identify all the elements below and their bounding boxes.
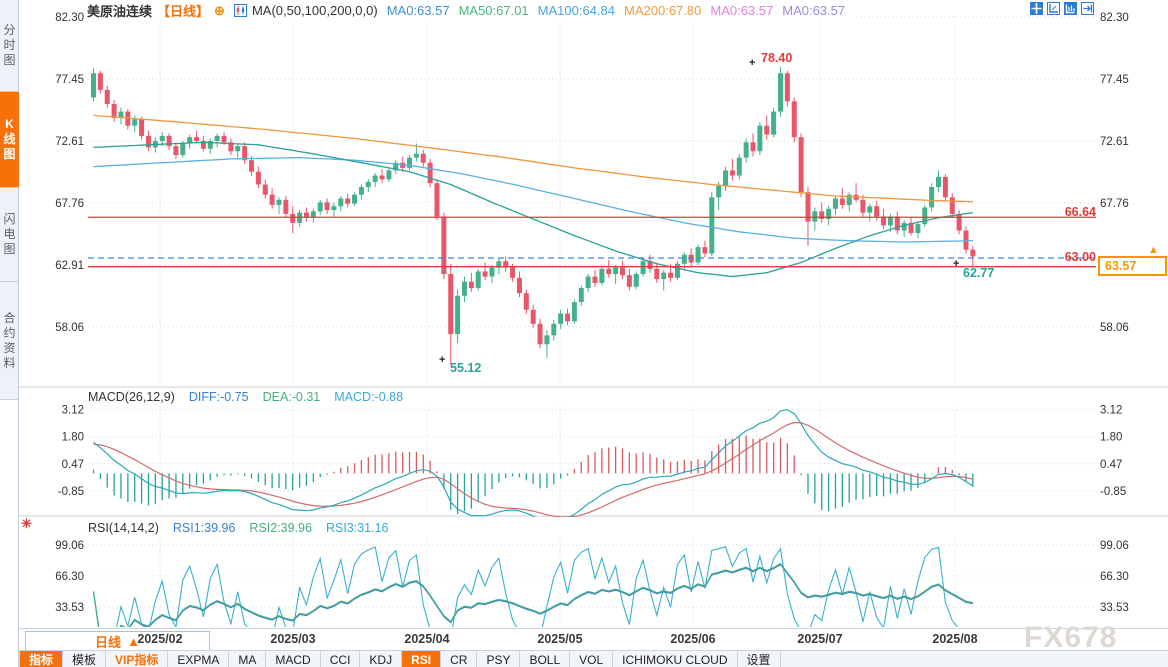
macd-panel xyxy=(94,410,973,522)
macd-value: MACD:-0.88 xyxy=(334,390,403,404)
ma100-value: MA100:64.84 xyxy=(538,3,615,18)
indicator-settings-icon[interactable]: ✳ xyxy=(21,516,32,532)
month-tick-2025/03: 2025/03 xyxy=(270,632,315,646)
chart-header: 美原油连续 【日线】 ⊕ MA(0,50,100,200,0,0) MA0:63… xyxy=(87,2,853,19)
swing-low-label: 55.12 xyxy=(450,361,481,375)
svg-text:77.45: 77.45 xyxy=(55,74,84,86)
svg-text:-0.85: -0.85 xyxy=(1100,486,1126,498)
rsi-params[interactable]: RSI(14,14,2) xyxy=(88,521,159,535)
svg-text:67.76: 67.76 xyxy=(55,198,84,210)
sidebar-item-kline-chart[interactable]: K线图 xyxy=(0,92,19,188)
svg-text:72.61: 72.61 xyxy=(55,136,84,148)
toolbar-tabs: 指标模板VIP指标EXPMAMAMACDCCIKDJRSICRPSYBOLLVO… xyxy=(19,650,1168,667)
svg-text:58.06: 58.06 xyxy=(55,322,84,334)
month-tick-2025/05: 2025/05 xyxy=(537,632,582,646)
kline-icon xyxy=(234,4,247,17)
time-axis-row: 日线 ▲ 2025/022025/032025/042025/052025/06… xyxy=(19,628,1168,651)
svg-text:77.45: 77.45 xyxy=(1100,74,1129,86)
sidebar-item-lightning-chart[interactable]: 闪电图 xyxy=(0,188,19,282)
current-price-tag: 63.57 xyxy=(1098,256,1167,276)
svg-text:82.30: 82.30 xyxy=(55,12,84,24)
svg-text:99.06: 99.06 xyxy=(1100,540,1129,552)
svg-text:1.80: 1.80 xyxy=(1100,432,1122,444)
sidebar-item-timeline-chart[interactable]: 分时图 xyxy=(0,0,19,92)
svg-text:66.30: 66.30 xyxy=(55,571,84,583)
chart-canvas[interactable]: 82.30 82.30 77.45 77.45 72.61 72.61 67.76 67.76… xyxy=(0,0,1168,667)
month-tick-2025/04: 2025/04 xyxy=(404,632,449,646)
resistance-level-label[interactable]: 66.64 xyxy=(1040,205,1096,219)
period-label: 【日线】 xyxy=(157,1,209,20)
toolbar-tab-模板[interactable]: 模板 xyxy=(63,651,106,667)
macd-diff-value: DIFF:-0.75 xyxy=(189,390,249,404)
rsi-panel xyxy=(94,547,973,640)
rsi-header: RSI(14,14,2) RSI1:39.96 RSI2:39.96 RSI3:… xyxy=(88,521,389,535)
add-indicator-icon[interactable]: ⊕ xyxy=(214,3,225,19)
rsi2-value: RSI2:39.96 xyxy=(249,521,312,535)
toolbar-tab-BOLL[interactable]: BOLL xyxy=(520,651,570,667)
svg-text:0.47: 0.47 xyxy=(62,459,84,471)
svg-text:-0.85: -0.85 xyxy=(58,486,84,498)
zoom-area-icon[interactable] xyxy=(1064,2,1077,15)
svg-text:66.30: 66.30 xyxy=(1100,571,1129,583)
sidebar-filler xyxy=(0,400,18,667)
svg-text:3.12: 3.12 xyxy=(62,405,84,417)
rsi3-value: RSI3:31.16 xyxy=(326,521,389,535)
toolbar-tab-VIP指标[interactable]: VIP指标 xyxy=(106,651,168,667)
svg-text:82.30: 82.30 xyxy=(1100,12,1129,24)
period-selector-label: 日线 xyxy=(95,632,121,651)
toolbar-tab-VOL[interactable]: VOL xyxy=(570,651,613,667)
swing-high-marker: + xyxy=(749,57,755,69)
toolbar-tab-CCI[interactable]: CCI xyxy=(321,651,361,667)
macd-dea-value: DEA:-0.31 xyxy=(263,390,321,404)
month-tick-2025/08: 2025/08 xyxy=(932,632,977,646)
svg-text:33.53: 33.53 xyxy=(1100,602,1129,614)
support-level-label[interactable]: 63.00 xyxy=(1040,250,1096,264)
ma0b-value: MA0:63.57 xyxy=(710,3,773,18)
month-tick-2025/02: 2025/02 xyxy=(137,632,182,646)
toolbar-tab-ICHIMOKU CLOUD[interactable]: ICHIMOKU CLOUD xyxy=(613,651,737,667)
svg-text:58.06: 58.06 xyxy=(1100,322,1129,334)
exit-fullscreen-icon[interactable] xyxy=(1081,2,1094,15)
candlestick-series xyxy=(91,67,975,365)
swing-high-label: 78.40 xyxy=(761,51,792,65)
toolbar-tab-CR[interactable]: CR xyxy=(441,651,477,667)
svg-text:62.91: 62.91 xyxy=(55,260,84,272)
svg-text:72.61: 72.61 xyxy=(1100,136,1129,148)
macd-header: MACD(26,12,9) DIFF:-0.75 DEA:-0.31 MACD:… xyxy=(88,390,403,404)
axis-scale-icon[interactable] xyxy=(1047,2,1060,15)
symbol-title: 美原油连续 xyxy=(87,1,152,20)
month-tick-2025/07: 2025/07 xyxy=(797,632,842,646)
toolbar-tab-RSI[interactable]: RSI xyxy=(402,651,441,667)
ma0-value: MA0:63.57 xyxy=(387,3,450,18)
rsi1-value: RSI1:39.96 xyxy=(173,521,236,535)
ma200-value: MA200:67.80 xyxy=(624,3,701,18)
sidebar-item-contract-info[interactable]: 合约资料 xyxy=(0,282,19,400)
recent-low-label: 62.77 xyxy=(963,266,994,280)
trading-app-window: 82.30 82.30 77.45 77.45 72.61 72.61 67.76 67.76… xyxy=(0,0,1168,667)
toolbar-tab-MA[interactable]: MA xyxy=(229,651,266,667)
svg-text:67.76: 67.76 xyxy=(1100,198,1129,210)
price-up-arrow-icon: ▲ xyxy=(1148,244,1159,256)
svg-text:99.06: 99.06 xyxy=(55,540,84,552)
ma-settings-label[interactable]: MA(0,50,100,200,0,0) xyxy=(252,3,378,18)
ma0c-value: MA0:63.57 xyxy=(782,3,845,18)
macd-params[interactable]: MACD(26,12,9) xyxy=(88,390,175,404)
toolbar-tab-EXPMA[interactable]: EXPMA xyxy=(168,651,229,667)
toolbar-tab-设置[interactable]: 设置 xyxy=(738,651,781,667)
month-tick-2025/06: 2025/06 xyxy=(670,632,715,646)
toolbar-tab-指标[interactable]: 指标 xyxy=(19,651,63,667)
toolbar-tab-KDJ[interactable]: KDJ xyxy=(360,651,402,667)
ma50-value: MA50:67.01 xyxy=(459,3,529,18)
svg-text:0.47: 0.47 xyxy=(1100,459,1122,471)
recent-low-marker: + xyxy=(953,258,959,270)
swing-low-marker: + xyxy=(439,354,445,366)
svg-text:1.80: 1.80 xyxy=(62,432,84,444)
toolbar-tab-PSY[interactable]: PSY xyxy=(477,651,520,667)
chart-tools xyxy=(1030,2,1094,15)
toolbar-tab-MACD[interactable]: MACD xyxy=(266,651,320,667)
svg-text:33.53: 33.53 xyxy=(55,602,84,614)
pan-move-icon[interactable] xyxy=(1030,2,1043,15)
svg-text:3.12: 3.12 xyxy=(1100,405,1122,417)
